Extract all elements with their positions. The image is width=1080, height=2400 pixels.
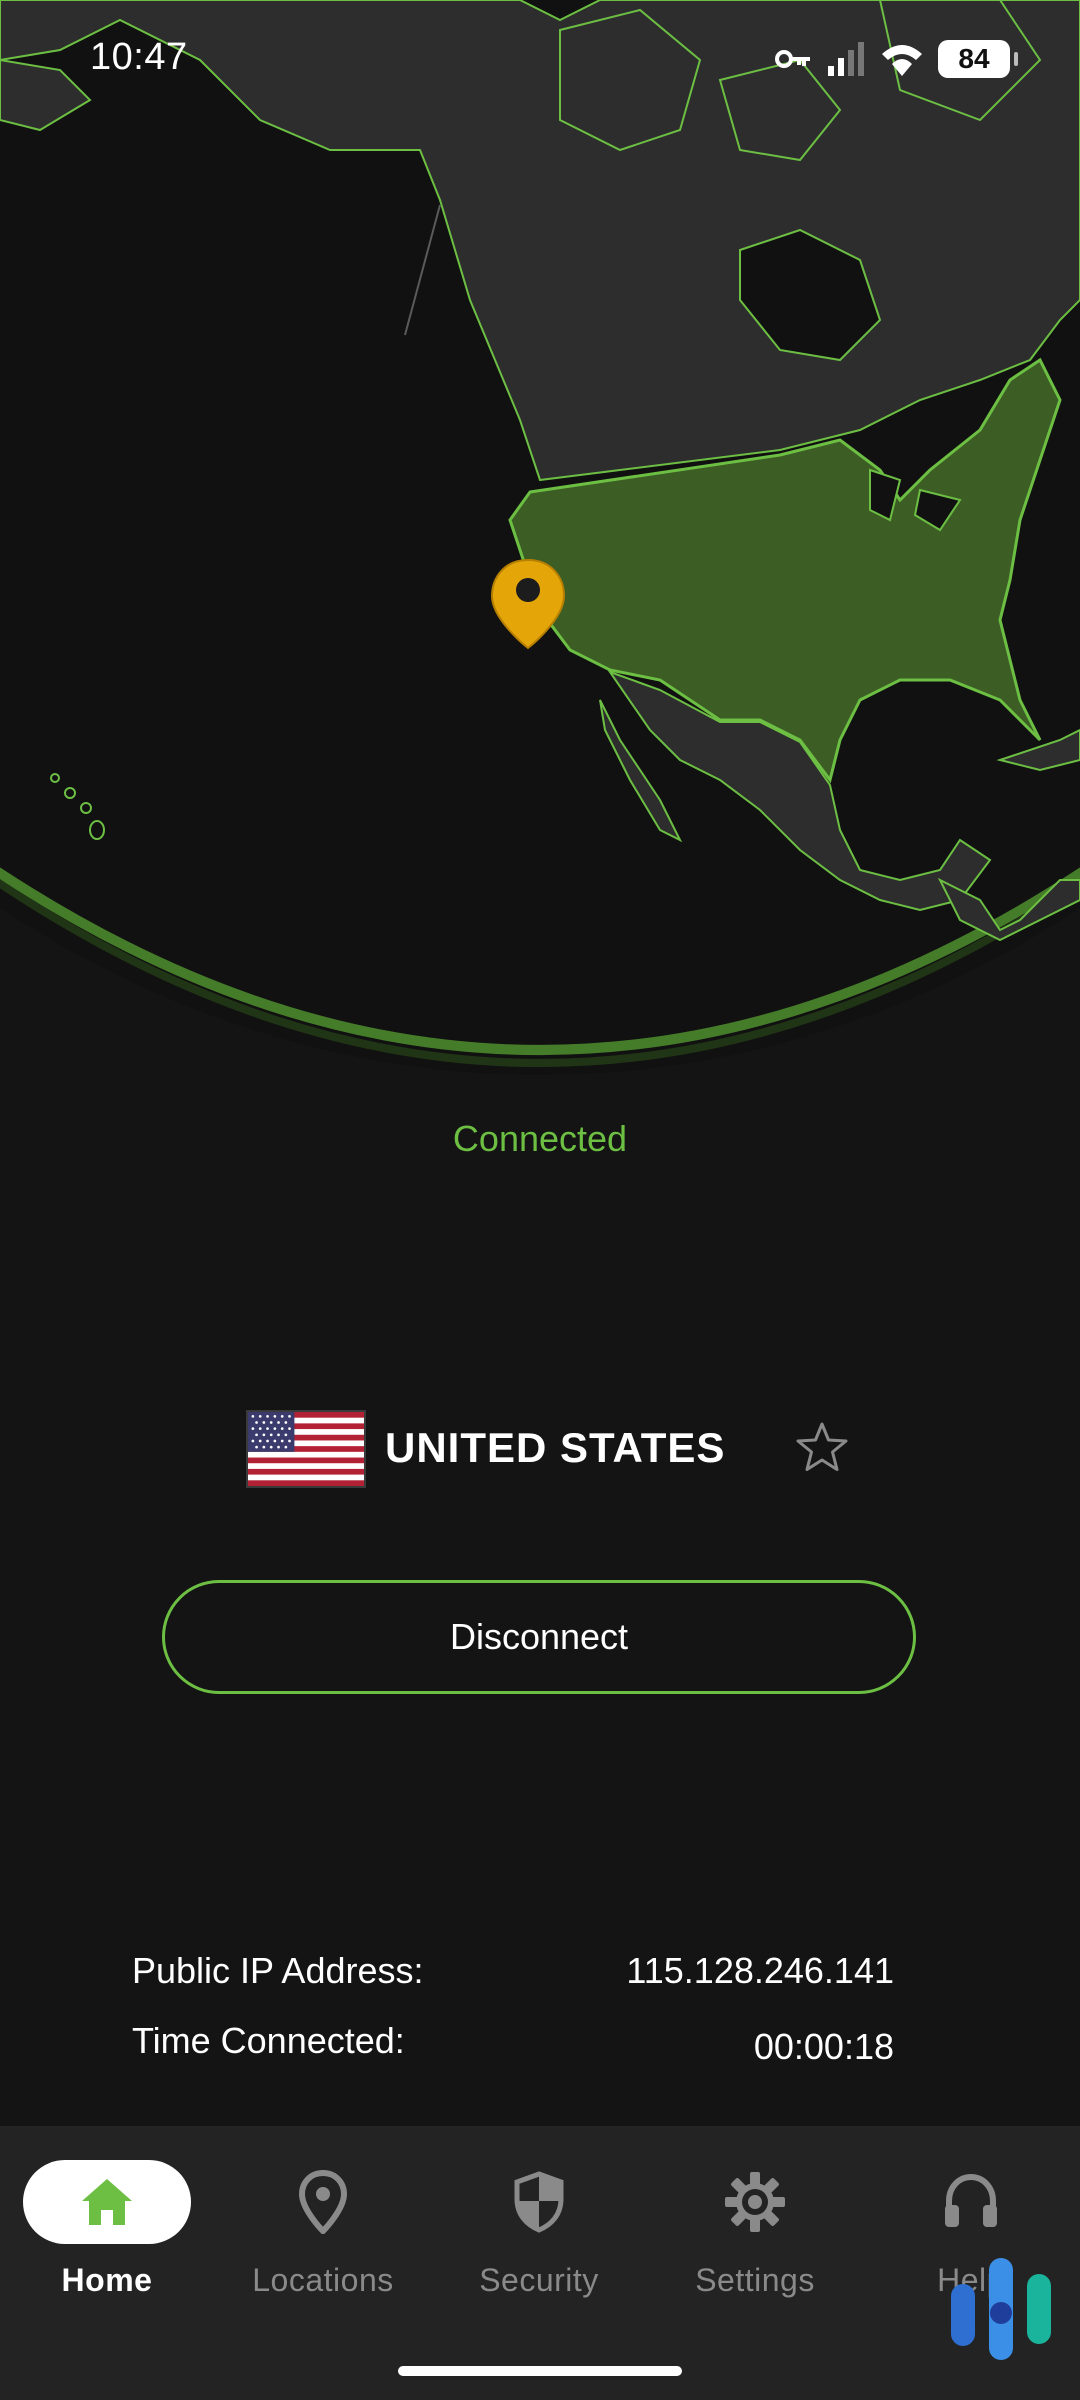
nav-security-label: Security (479, 2262, 599, 2298)
gear-icon (725, 2172, 785, 2232)
battery-level: 84 (958, 43, 990, 74)
us-flag-icon (246, 1410, 366, 1488)
favorite-star-icon[interactable] (794, 1420, 850, 1476)
connection-info: Public IP Address: 115.128.246.141 Time … (132, 1950, 894, 2090)
country-name: UNITED STATES (385, 1424, 726, 1471)
bottom-navigation: Home Locations Security Settings Help (0, 2126, 1080, 2400)
signal-icon (828, 42, 864, 76)
home-indicator-bar[interactable] (398, 2366, 682, 2376)
selected-location[interactable]: UNITED STATES (0, 1408, 1080, 1488)
headset-icon (945, 2173, 997, 2227)
map-graphic (0, 0, 1080, 1075)
vpn-app-screen: 10:47 84 Connected UNITED STATES Disconn… (0, 0, 1080, 2400)
public-ip-value: 115.128.246.141 (626, 1950, 894, 1991)
status-icons: 84 (774, 40, 1018, 78)
brand-watermark-logo (951, 2258, 1051, 2360)
nav-settings-label: Settings (695, 2262, 815, 2298)
nav-locations[interactable]: Locations (223, 2160, 423, 2310)
nav-home-indicator (23, 2160, 191, 2244)
time-connected-value: 00:00:18 (753, 2026, 894, 2067)
time-connected-row: Time Connected: 00:00:18 (132, 2020, 894, 2090)
wifi-icon (882, 45, 922, 76)
time-connected-label: Time Connected: (132, 2020, 405, 2061)
disconnect-button[interactable]: Disconnect (162, 1580, 916, 1694)
connection-status: Connected (452, 1118, 628, 1159)
nav-locations-label: Locations (252, 2262, 394, 2298)
status-time: 10:47 (90, 36, 188, 78)
world-map (0, 0, 1080, 1100)
location-pin-icon (298, 2170, 348, 2234)
nav-security[interactable]: Security (439, 2160, 639, 2310)
nav-home-label: Home (61, 2262, 153, 2298)
nav-settings[interactable]: Settings (655, 2160, 855, 2310)
public-ip-row: Public IP Address: 115.128.246.141 (132, 1950, 894, 2020)
nav-home[interactable]: Home (7, 2160, 207, 2310)
vpn-key-icon (775, 50, 810, 68)
battery-icon: 84 (938, 40, 1018, 78)
shield-icon (514, 2171, 564, 2233)
home-icon (82, 2179, 132, 2225)
status-bar: 10:47 84 (0, 0, 1080, 120)
public-ip-label: Public IP Address: (132, 1950, 424, 1991)
